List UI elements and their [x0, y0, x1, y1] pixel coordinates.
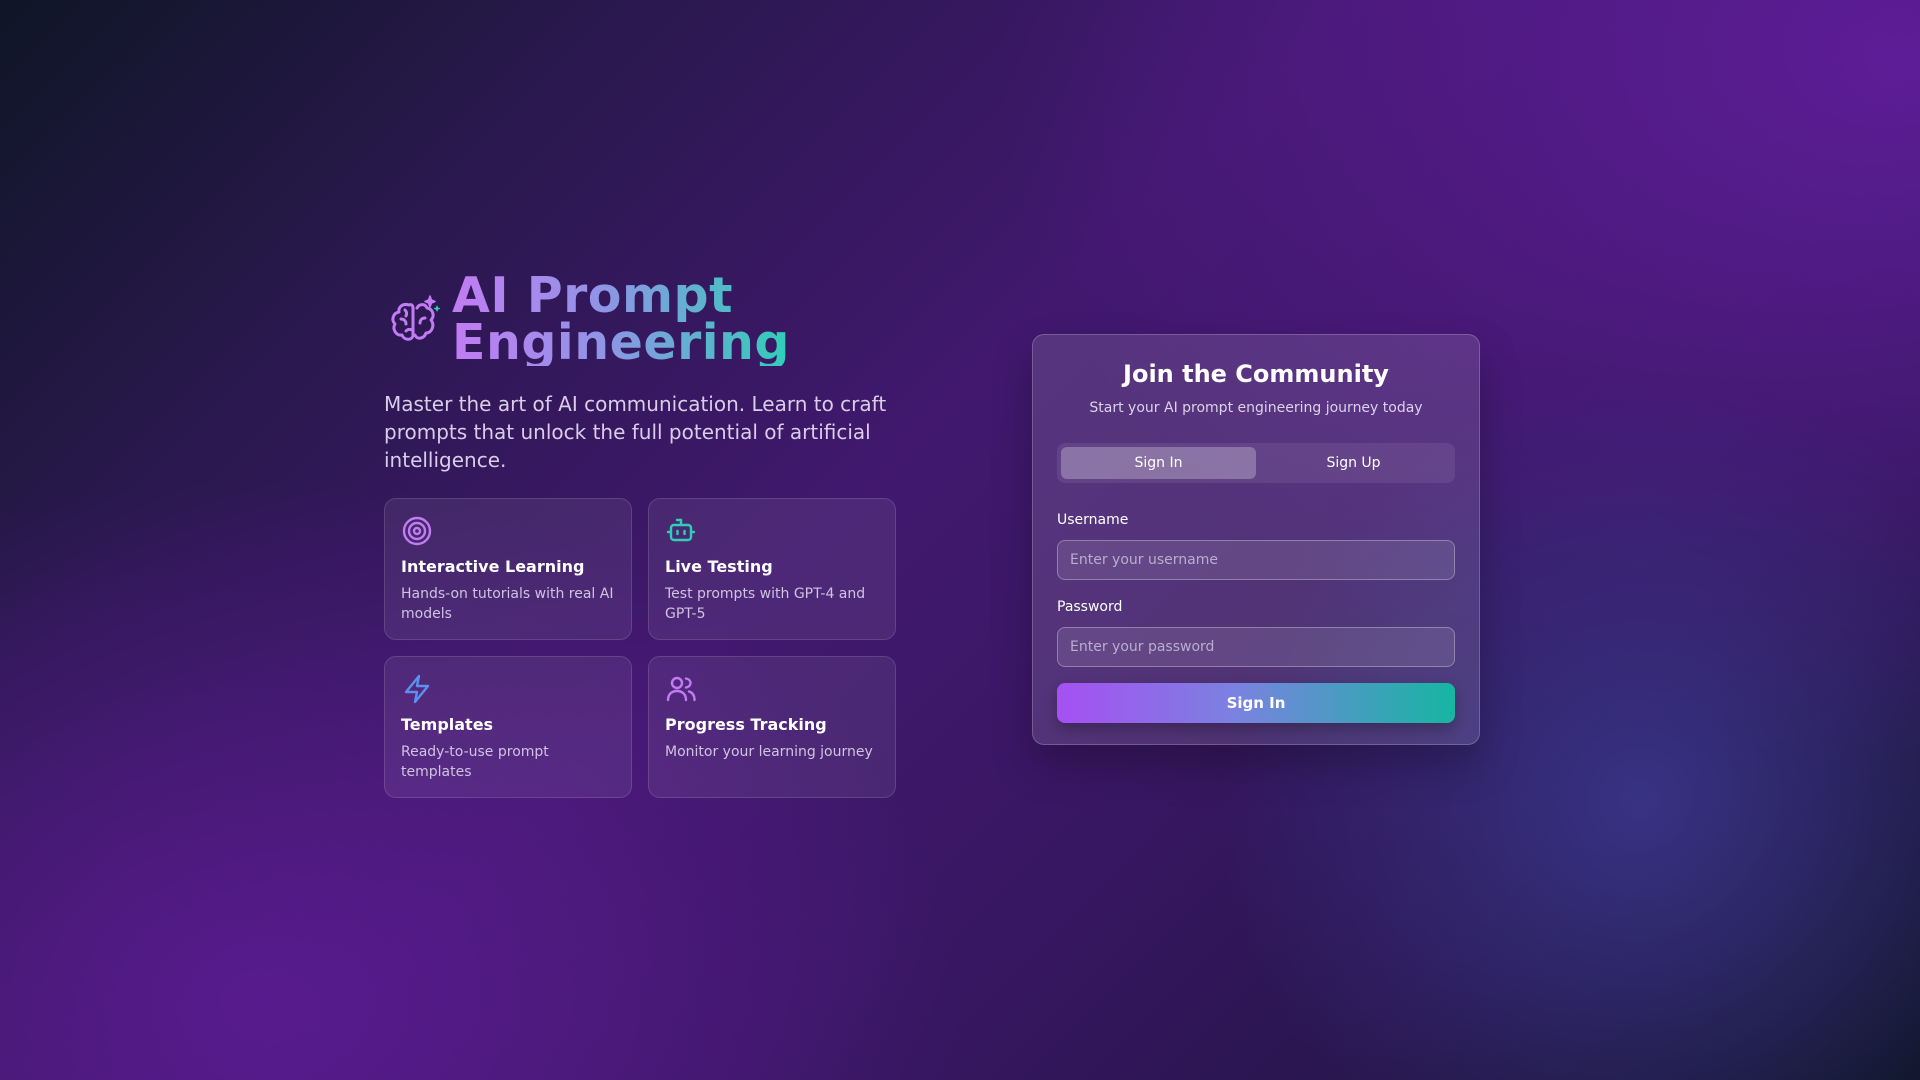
feature-title: Live Testing	[665, 557, 773, 576]
feature-description: Monitor your learning journey	[665, 744, 873, 760]
feature-card-templates: Templates Ready-to-use prompt templates	[384, 656, 632, 798]
tab-sign-up[interactable]: Sign Up	[1256, 447, 1451, 479]
brain-sparkle-icon	[391, 295, 440, 341]
password-label: Password	[1057, 599, 1123, 615]
auth-title: Join the Community	[1123, 360, 1389, 388]
feature-card-live-testing: Live Testing Test prompts with GPT-4 and…	[648, 498, 896, 640]
auth-panel: Join the Community Start your AI prompt …	[1032, 334, 1480, 745]
auth-subtitle: Start your AI prompt engineering journey…	[1089, 400, 1423, 416]
feature-card-progress-tracking: Progress Tracking Monitor your learning …	[648, 656, 896, 798]
feature-description: Test prompts with GPT-4 and GPT-5	[665, 586, 866, 622]
tab-sign-in[interactable]: Sign In	[1061, 447, 1256, 479]
hero-subtitle: Master the art of AI communication. Lear…	[384, 392, 887, 472]
auth-tabs: Sign In Sign Up	[1057, 443, 1455, 483]
feature-grid: Interactive Learning Hands-on tutorials …	[384, 498, 900, 798]
feature-title: Interactive Learning	[401, 557, 585, 576]
feature-card-interactive-learning: Interactive Learning Hands-on tutorials …	[384, 498, 632, 640]
bot-icon	[666, 518, 696, 542]
feature-title: Progress Tracking	[665, 715, 827, 734]
hero-section: AI Prompt Engineering Master the art of …	[384, 272, 900, 798]
target-icon	[402, 516, 432, 546]
password-input[interactable]	[1057, 627, 1455, 667]
title-line-1: AI Prompt	[452, 267, 734, 324]
zap-icon	[404, 674, 430, 704]
username-label: Username	[1057, 512, 1129, 528]
title-line-2: Engineering	[452, 314, 790, 371]
feature-description: Ready-to-use prompt templates	[401, 744, 549, 780]
users-icon	[666, 676, 696, 702]
brand: AI Prompt Engineering	[384, 272, 900, 366]
page-title: AI Prompt Engineering	[452, 272, 790, 366]
feature-title: Templates	[401, 715, 494, 734]
username-input[interactable]	[1057, 540, 1455, 580]
feature-description: Hands-on tutorials with real AI models	[401, 586, 614, 622]
sign-in-button[interactable]: Sign In	[1057, 683, 1455, 723]
